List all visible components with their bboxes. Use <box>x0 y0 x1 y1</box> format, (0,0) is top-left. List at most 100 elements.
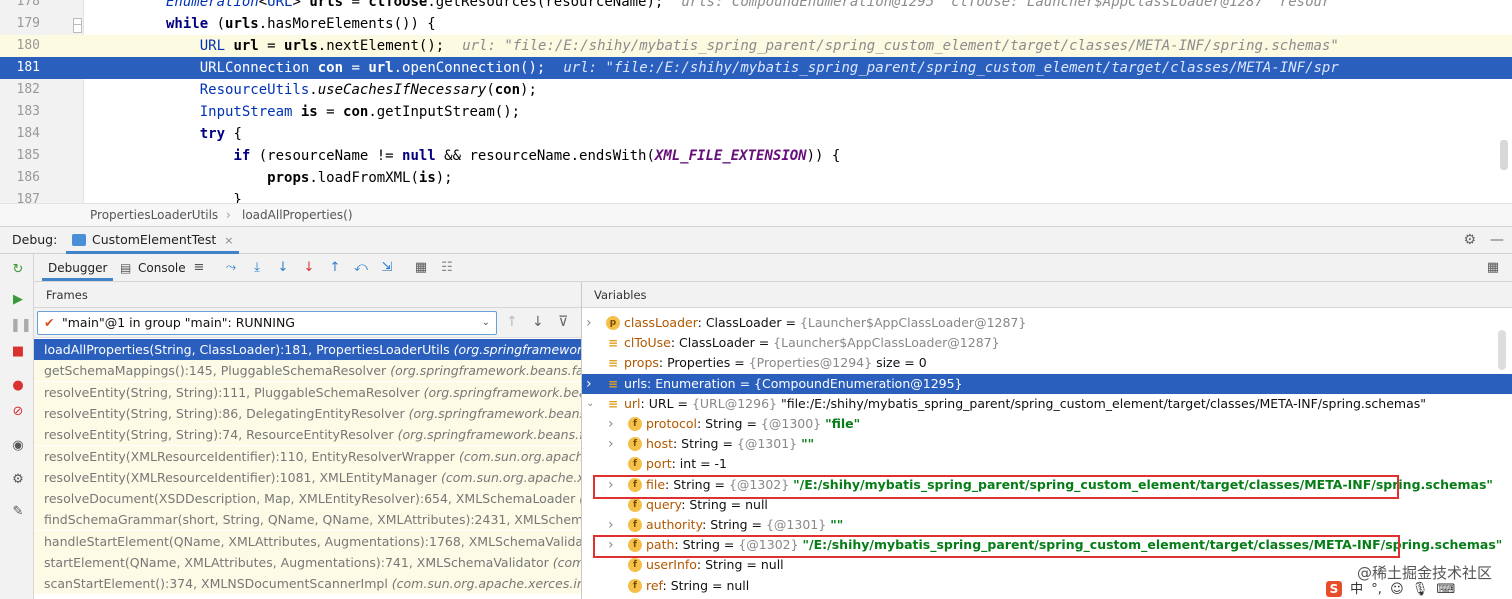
code-text[interactable]: props.loadFromXML(is); <box>166 167 452 189</box>
run-to-cursor-icon[interactable]: ⇲ <box>378 259 396 277</box>
run-config-tab[interactable]: CustomElementTest × <box>66 227 240 254</box>
code-text[interactable]: ResourceUtils.useCachesIfNecessary(con); <box>166 79 537 101</box>
step-over-icon[interactable]: ⤓ <box>248 259 266 277</box>
variable-row[interactable]: › f protocol: String = {@1300} "file" <box>582 414 1512 434</box>
variable-row[interactable]: f query: String = null <box>582 495 1512 515</box>
force-step-into-icon[interactable]: ↓ <box>300 259 318 277</box>
line-number[interactable]: 178 <box>0 0 40 13</box>
chevron-right-icon[interactable]: › <box>586 374 592 394</box>
line-number[interactable]: 186 <box>0 167 40 189</box>
code-line[interactable]: 178 Enumeration<URL> urls = clToUse.getRe… <box>0 0 1512 13</box>
code-line[interactable]: 181 URLConnection con = url.openConnecti… <box>0 57 1512 79</box>
view-breakpoints-icon[interactable]: ● <box>10 378 26 394</box>
thread-dropdown[interactable]: ✔ "main"@1 in group "main": RUNNING ⌄ <box>37 311 497 335</box>
variable-row[interactable]: › ≡ urls: Enumeration = {CompoundEnumerati… <box>582 373 1512 394</box>
keyboard-icon[interactable]: ⌨ <box>1436 582 1455 597</box>
arrow-down-icon[interactable]: ↓ <box>532 314 544 330</box>
pin-icon[interactable]: ✎ <box>10 504 26 520</box>
stack-frame-item[interactable]: startElement(QName, XMLAttributes, Augme… <box>34 552 581 573</box>
code-editor[interactable]: 178 Enumeration<URL> urls = clToUse.getRe… <box>0 0 1512 203</box>
line-number[interactable]: 183 <box>0 101 40 123</box>
line-number[interactable]: 184 <box>0 123 40 145</box>
pause-icon[interactable]: ❚❚ <box>10 318 32 334</box>
chevron-right-icon[interactable]: › <box>608 414 614 434</box>
arrow-up-icon[interactable]: ↑ <box>506 314 518 330</box>
code-text[interactable]: } <box>166 189 241 203</box>
line-number[interactable]: 180 <box>0 35 40 57</box>
stack-frame-item[interactable]: resolveEntity(String, String):74, Resour… <box>34 424 581 446</box>
settings-icon[interactable]: ⚙ <box>10 472 26 488</box>
line-number[interactable]: 181 <box>0 57 40 79</box>
breadcrumb-class[interactable]: PropertiesLoaderUtils <box>90 204 218 226</box>
stack-frame-item[interactable]: resolveEntity(String, String):86, Delega… <box>34 402 581 424</box>
step-out-icon[interactable]: ↑ <box>326 259 344 277</box>
variable-row[interactable]: f port: int = -1 <box>582 454 1512 474</box>
variable-row[interactable]: ⌄ ≡ url: URL = {URL@1296} "file:/E:/shihy/… <box>582 394 1512 414</box>
chevron-right-icon[interactable]: › <box>608 535 614 555</box>
ime-punct[interactable]: °, <box>1371 582 1382 597</box>
variable-row[interactable]: › f path: String = {@1302} "/E:/shihy/myba… <box>582 535 1512 555</box>
stack-frame-item[interactable]: resolveDocument(XSDDescription, Map, XML… <box>34 488 581 510</box>
camera-icon[interactable]: ◉ <box>10 438 26 454</box>
code-text[interactable]: if (resourceName != null && resourceName… <box>166 145 840 167</box>
code-line[interactable]: 184 try { <box>0 123 1512 145</box>
code-line[interactable]: 179 while (urls.hasMoreElements()) { <box>0 13 1512 35</box>
code-line[interactable]: 186 props.loadFromXML(is); <box>0 167 1512 189</box>
line-number[interactable]: 187 <box>0 189 40 203</box>
minimize-icon[interactable]: — <box>1490 232 1504 248</box>
chevron-right-icon[interactable]: › <box>608 475 614 495</box>
line-number[interactable]: 179 <box>0 13 40 35</box>
variable-row[interactable]: › f authority: String = {@1301} "" <box>582 515 1512 535</box>
stack-frame-item[interactable]: loadAllProperties(String, ClassLoader):1… <box>34 339 581 360</box>
variable-row[interactable]: › p classLoader: ClassLoader = {Launcher$A… <box>582 313 1512 333</box>
code-line[interactable]: 182 ResourceUtils.useCachesIfNecessary(c… <box>0 79 1512 101</box>
code-line[interactable]: 185 if (resourceName != null && resource… <box>0 145 1512 167</box>
code-line[interactable]: 183 InputStream is = con.getInputStream(… <box>0 101 1512 123</box>
variables-scrollbar-thumb[interactable] <box>1498 330 1506 370</box>
emoji-icon[interactable]: ☺ <box>1390 582 1404 597</box>
mute-breakpoints-icon[interactable]: ⊘ <box>10 404 26 420</box>
close-tab-icon[interactable]: × <box>224 234 233 247</box>
code-text[interactable]: InputStream is = con.getInputStream(); <box>166 101 520 123</box>
filter-icon[interactable]: ⊽ <box>558 314 568 330</box>
stack-frame-item[interactable]: getSchemaMappings():145, PluggableSchema… <box>34 360 581 382</box>
resume-icon[interactable]: ▶ <box>10 292 26 308</box>
trace-icon[interactable]: ☷ <box>438 259 456 277</box>
line-number[interactable]: 182 <box>0 79 40 101</box>
line-number[interactable]: 185 <box>0 145 40 167</box>
stack-frame-item[interactable]: findSchemaGrammar(short, String, QName, … <box>34 509 581 531</box>
rerun-icon[interactable]: ↻ <box>10 262 26 278</box>
tab-debugger[interactable]: Debugger <box>42 254 114 281</box>
code-text[interactable]: try { <box>166 123 242 145</box>
variable-row[interactable]: ≡ props: Properties = {Properties@1294} s… <box>582 353 1512 373</box>
variable-row[interactable]: › f file: String = {@1302} "/E:/shihy/myba… <box>582 475 1512 495</box>
stack-frame-item[interactable]: scanStartElement():374, XMLNSDocumentSca… <box>34 573 581 595</box>
code-line[interactable]: 180 URL url = urls.nextElement(); url: "f… <box>0 35 1512 57</box>
code-text[interactable]: Enumeration<URL> urls = clToUse.getResou… <box>166 0 1330 13</box>
tab-console[interactable]: ▤ Console <box>116 254 192 281</box>
menu-icon[interactable]: ≡ <box>190 259 208 277</box>
breadcrumb-method[interactable]: loadAllProperties() <box>242 204 353 226</box>
evaluate-expression-icon[interactable]: ▦ <box>412 259 430 277</box>
chevron-right-icon[interactable]: › <box>608 434 614 454</box>
drop-frame-icon[interactable]: ⤺ <box>352 259 370 277</box>
step-into-icon[interactable]: ↓ <box>274 259 292 277</box>
stack-frame-item[interactable]: resolveEntity(XMLResourceIdentifier):110… <box>34 445 581 467</box>
chevron-right-icon[interactable]: › <box>608 515 614 535</box>
chevron-down-icon[interactable]: ⌄ <box>586 394 594 414</box>
stack-frame-item[interactable]: resolveEntity(String, String):111, Plugg… <box>34 381 581 403</box>
gear-icon[interactable]: ⚙ <box>1463 232 1476 248</box>
show-execution-point-icon[interactable]: ⤳ <box>222 259 240 277</box>
ime-lang[interactable]: 中 <box>1350 582 1363 597</box>
chevron-right-icon[interactable]: › <box>586 313 592 333</box>
stack-frame-item[interactable]: handleStartElement(QName, XMLAttributes,… <box>34 530 581 552</box>
layout-icon[interactable]: ▦ <box>1484 259 1502 277</box>
editor-scrollbar-thumb[interactable] <box>1500 140 1508 170</box>
stop-icon[interactable]: ■ <box>10 344 26 360</box>
code-text[interactable]: URLConnection con = url.openConnection()… <box>166 57 1339 79</box>
stack-frame-item[interactable]: resolveEntity(XMLResourceIdentifier):108… <box>34 466 581 488</box>
code-text[interactable]: URL url = urls.nextElement(); url: "file:… <box>166 35 1339 57</box>
ime-logo[interactable]: S <box>1326 581 1342 597</box>
code-line[interactable]: 187 } <box>0 189 1512 203</box>
fold-marker-icon[interactable] <box>73 24 82 33</box>
